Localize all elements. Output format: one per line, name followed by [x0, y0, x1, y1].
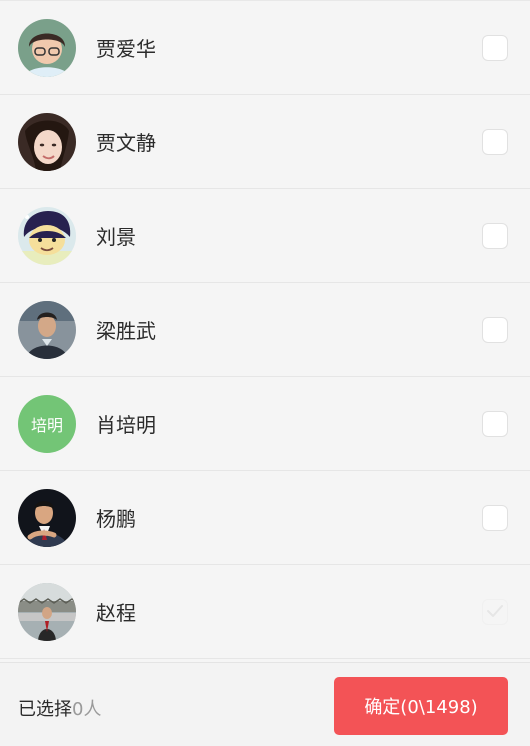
contact-row[interactable]: 贾文静: [0, 95, 530, 189]
contact-list: 贾爱华 贾文静 刘景 梁胜武 培明 肖培明 杨鹏 赵程: [0, 0, 530, 662]
contact-row[interactable]: 刘景: [0, 189, 530, 283]
contact-checkbox[interactable]: [482, 599, 508, 625]
contact-row[interactable]: 培明 肖培明: [0, 377, 530, 471]
contact-avatar: 培明: [18, 395, 76, 453]
contact-name: 刘景: [96, 225, 136, 249]
confirm-button[interactable]: 确定(0\1498): [334, 677, 508, 735]
contact-name: 肖培明: [96, 413, 156, 437]
contact-avatar: [18, 113, 76, 171]
selection-footer: 已选择0人 确定(0\1498): [0, 662, 530, 746]
initials-avatar: 培明: [18, 395, 76, 453]
contact-name: 梁胜武: [96, 319, 156, 343]
contact-name: 杨鹏: [96, 507, 136, 531]
selected-summary: 已选择0人: [18, 695, 101, 721]
contact-row[interactable]: 贾爱华: [0, 1, 530, 95]
contact-avatar: [18, 583, 76, 641]
contact-checkbox[interactable]: [482, 411, 508, 437]
selected-count: 0人: [72, 699, 102, 720]
contact-row[interactable]: 赵程: [0, 565, 530, 659]
contact-avatar: [18, 489, 76, 547]
contact-checkbox[interactable]: [482, 129, 508, 155]
selected-label: 已选择: [18, 699, 72, 720]
contact-checkbox[interactable]: [482, 505, 508, 531]
contact-checkbox[interactable]: [482, 317, 508, 343]
contact-name: 赵程: [96, 601, 136, 625]
contact-name: 贾爱华: [96, 37, 156, 61]
contact-row[interactable]: 梁胜武: [0, 283, 530, 377]
contact-row[interactable]: 杨鹏: [0, 471, 530, 565]
contact-checkbox[interactable]: [482, 35, 508, 61]
contact-avatar: [18, 207, 76, 265]
contact-name: 贾文静: [96, 131, 156, 155]
contact-avatar: [18, 301, 76, 359]
contact-checkbox[interactable]: [482, 223, 508, 249]
contact-avatar: [18, 19, 76, 77]
check-icon: [487, 605, 503, 617]
